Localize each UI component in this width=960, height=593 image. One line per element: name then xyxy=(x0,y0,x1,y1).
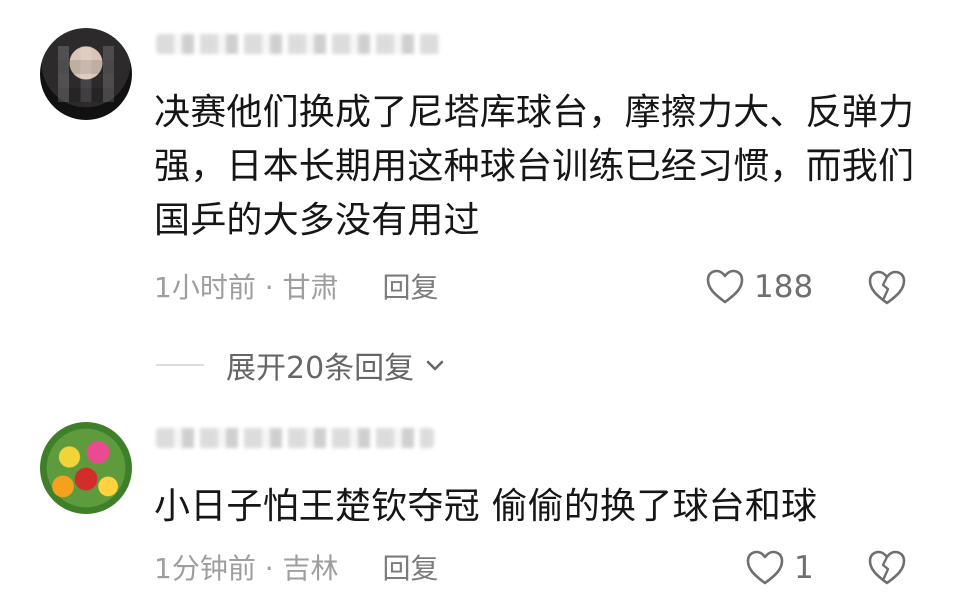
like-count: 1 xyxy=(794,550,814,586)
reply-button[interactable]: 回复 xyxy=(383,266,439,306)
comment-time-location: 1小时前 · 甘肃 xyxy=(154,271,339,304)
user-avatar[interactable] xyxy=(40,28,132,120)
reply-button[interactable]: 回复 xyxy=(383,547,439,587)
expand-replies-label: 展开20条回复 xyxy=(226,351,415,386)
expand-replies-button[interactable]: 展开20条回复 xyxy=(156,343,446,387)
broken-heart-icon[interactable] xyxy=(866,547,908,589)
comment-meta: 1分钟前 · 吉林 回复 xyxy=(154,547,439,587)
comment-text: 小日子怕王楚钦夺冠 偷偷的换了球台和球 xyxy=(154,486,818,527)
comment-time-location: 1分钟前 · 吉林 xyxy=(154,552,339,585)
chevron-down-icon xyxy=(424,354,446,376)
blurred-username xyxy=(156,428,434,448)
like-button[interactable]: 1 xyxy=(744,547,814,589)
user-avatar[interactable] xyxy=(40,422,132,514)
like-button[interactable]: 188 xyxy=(704,266,813,308)
blurred-username xyxy=(156,34,440,54)
expand-divider-line xyxy=(156,364,204,366)
broken-heart-icon[interactable] xyxy=(866,267,908,309)
heart-icon xyxy=(704,266,746,308)
comment-text: 决赛他们换成了尼塔库球台，摩擦力大、反弹力强，日本长期用这种球台训练已经习惯，而… xyxy=(154,92,915,241)
like-count: 188 xyxy=(754,269,814,305)
heart-icon xyxy=(744,547,786,589)
comment-meta: 1小时前 · 甘肃 回复 xyxy=(154,266,439,306)
